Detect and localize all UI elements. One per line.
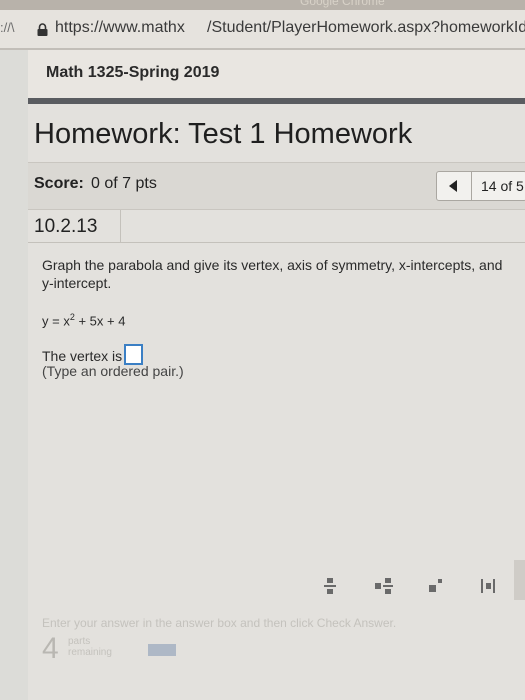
back-fragment: ://\ xyxy=(0,20,15,35)
equation-lhs: y = x xyxy=(42,313,70,329)
left-arrow-icon xyxy=(449,180,457,192)
scrollbar[interactable] xyxy=(514,560,525,600)
mixed-number-icon[interactable] xyxy=(370,572,398,600)
lock-icon xyxy=(37,23,48,36)
parts-remaining: 4 parts remaining xyxy=(28,632,525,700)
math-toolbar xyxy=(298,566,525,606)
vertex-row: The vertex is xyxy=(42,344,144,365)
score-value: 0 of 7 pts xyxy=(91,175,157,192)
page-title: Homework: Test 1 Homework xyxy=(34,118,413,150)
question-prompt: Graph the parabola and give its vertex, … xyxy=(42,257,503,291)
homework-panel: Homework: Test 1 Homework Score: 0 of 7 … xyxy=(28,104,525,700)
question-number: 10.2.13 xyxy=(34,216,98,237)
question-divider xyxy=(28,242,525,243)
parts-label: parts remaining xyxy=(68,636,112,658)
course-header: Math 1325-Spring 2019 xyxy=(28,50,525,98)
score-label: Score: xyxy=(34,175,84,192)
parts-progress-bar xyxy=(148,644,176,656)
browser-tab-fragment: Google Chrome xyxy=(300,0,385,8)
question-navigator: 14 of 5 xyxy=(436,171,525,201)
question-position[interactable]: 14 of 5 xyxy=(481,178,524,194)
vertex-answer-input[interactable] xyxy=(124,344,144,365)
url-text[interactable]: https://www.mathx /Student/PlayerHomewor… xyxy=(55,19,525,37)
course-title: Math 1325-Spring 2019 xyxy=(46,64,220,81)
fraction-icon[interactable] xyxy=(316,572,344,600)
previous-question-button[interactable] xyxy=(437,172,472,200)
address-bar[interactable]: ://\ https://www.mathx /Student/PlayerHo… xyxy=(0,10,525,49)
answer-instruction: Enter your answer in the answer box and … xyxy=(42,616,397,630)
equation: y = x2 + 5x + 4 xyxy=(42,312,125,328)
vertex-label: The vertex is xyxy=(42,348,123,364)
answer-hint: (Type an ordered pair.) xyxy=(42,363,184,379)
absolute-value-icon[interactable] xyxy=(474,572,502,600)
exponent-icon[interactable] xyxy=(422,572,450,600)
question-number-box: 10.2.13 xyxy=(28,210,121,242)
score-bar: Score: 0 of 7 pts 14 of 5 xyxy=(28,162,525,210)
equation-rhs: + 5x + 4 xyxy=(74,313,126,329)
parts-count: 4 xyxy=(42,632,59,665)
browser-tab-strip: Google Chrome xyxy=(0,0,525,10)
